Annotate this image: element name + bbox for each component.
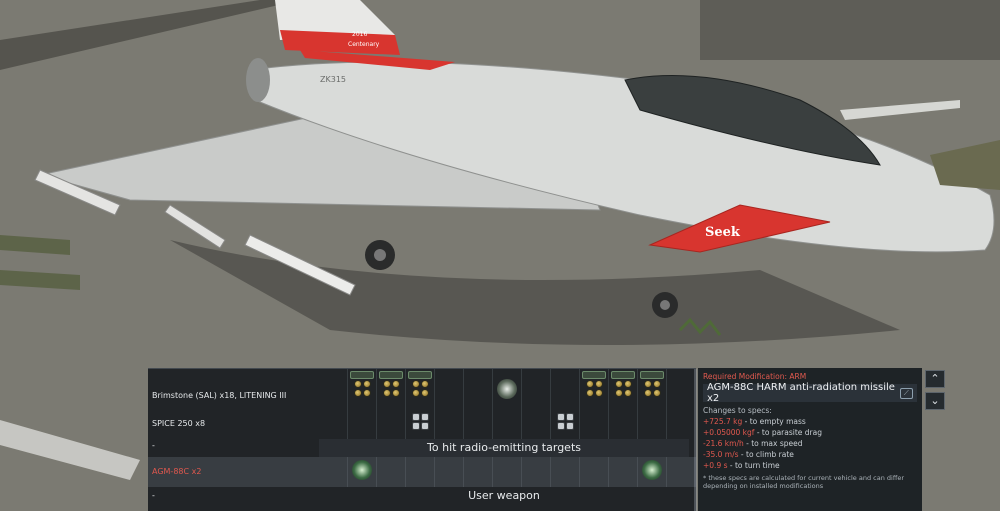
loadout-row-selected[interactable]: AGM-88C x2 xyxy=(148,457,696,487)
weapon-title: AGM-88C HARM anti-radiation missile x2 xyxy=(707,382,895,404)
pylon-slot[interactable] xyxy=(580,369,609,411)
loadout-row[interactable]: Brimstone (SAL) x18, LITENING III xyxy=(148,369,696,411)
loadout-row[interactable]: SPICE 250 x8 xyxy=(148,411,696,439)
chevron-down-icon: ⌄ xyxy=(930,394,940,407)
spec-change: -35.0 m/s - to climb rate xyxy=(703,450,794,459)
harm-missile-icon xyxy=(642,460,662,480)
spec-change: +0.9 s - to turn time xyxy=(703,461,780,470)
pylon-slot[interactable] xyxy=(348,457,377,487)
targeting-pod-slot[interactable] xyxy=(493,369,522,411)
weapon-type-icon: ⟋ xyxy=(899,387,913,399)
group-title-radio-targets: To hit radio-emitting targets xyxy=(319,439,689,457)
pylon-slot[interactable] xyxy=(551,411,580,439)
spec-change: +725.7 kg - to empty mass xyxy=(703,417,806,426)
row-label: AGM-88C x2 xyxy=(152,467,202,476)
row-label: - xyxy=(152,441,155,450)
pylon-slot[interactable] xyxy=(406,369,435,411)
spec-change: +0.05000 kgf - to parasite drag xyxy=(703,428,822,437)
required-modification: Required Modification: ARM xyxy=(703,372,807,381)
loadout-scrollbar[interactable] xyxy=(694,369,697,511)
pylon-slot[interactable] xyxy=(406,411,435,439)
pylon-slot[interactable] xyxy=(348,369,377,411)
weapon-title-bar: AGM-88C HARM anti-radiation missile x2 ⟋ xyxy=(703,382,917,404)
pylon-slot[interactable] xyxy=(609,369,638,411)
harm-missile-icon xyxy=(352,460,372,480)
pylon-slot[interactable] xyxy=(638,369,667,411)
spec-change: -21.6 km/h - to max speed xyxy=(703,439,803,448)
tail-text-2: Centenary xyxy=(348,41,380,48)
weapon-loadout-panel: Brimstone (SAL) x18, LITENING III SPICE … xyxy=(148,368,697,511)
scroll-up-button[interactable]: ⌃ xyxy=(925,370,945,388)
group-title-user-weapon: User weapon xyxy=(468,489,540,502)
specs-footnote: * these specs are calculated for current… xyxy=(703,474,904,490)
row-label: SPICE 250 x8 xyxy=(152,419,206,428)
row-label: Brimstone (SAL) x18, LITENING III xyxy=(152,391,287,400)
canard-text: Seek xyxy=(705,225,741,240)
fuselage-code: ZK315 xyxy=(320,75,346,84)
row-label: - xyxy=(152,491,155,500)
tail-text-1: 2016 xyxy=(352,31,367,38)
scroll-down-button[interactable]: ⌄ xyxy=(925,392,945,410)
pylon-slot[interactable] xyxy=(377,369,406,411)
changes-heading: Changes to specs: xyxy=(703,406,772,415)
weapon-info-panel: Required Modification: ARM AGM-88C HARM … xyxy=(698,368,922,511)
chevron-up-icon: ⌃ xyxy=(930,372,940,385)
pylon-slot[interactable] xyxy=(638,457,667,487)
